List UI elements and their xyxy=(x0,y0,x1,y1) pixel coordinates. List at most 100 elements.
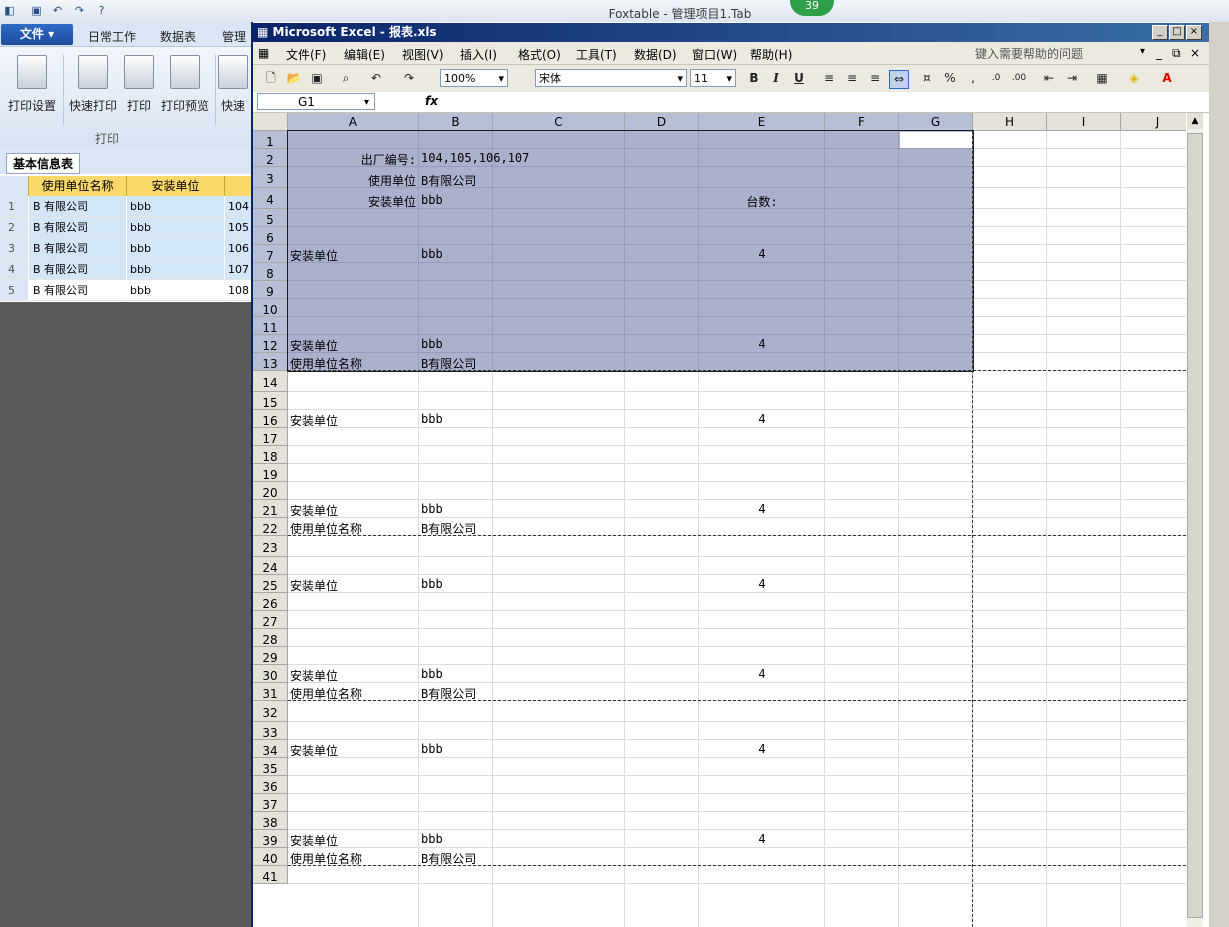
cell-b3[interactable]: B有限公司 xyxy=(421,172,476,189)
save-icon[interactable]: ▣ xyxy=(308,70,326,87)
cell-e16[interactable]: 4 xyxy=(699,412,825,426)
menu-tools[interactable]: 工具(T) xyxy=(576,46,617,63)
column-header[interactable]: C xyxy=(493,113,625,131)
help-dropdown-icon[interactable]: ▾ xyxy=(1140,46,1145,57)
cell-a31[interactable]: 使用单位名称 xyxy=(290,685,362,702)
row-header[interactable]: 26 xyxy=(253,593,288,611)
grid-cell[interactable]: B 有限公司 xyxy=(29,280,126,301)
select-all-corner[interactable] xyxy=(253,113,288,131)
cell-a40[interactable]: 使用单位名称 xyxy=(290,850,362,867)
cell-a30[interactable]: 安装单位 xyxy=(290,667,338,684)
column-header[interactable]: D xyxy=(625,113,699,131)
row-header[interactable]: 21 xyxy=(253,500,288,518)
row-header[interactable]: 20 xyxy=(253,482,288,500)
menu-file[interactable]: 文件(F) xyxy=(286,46,326,63)
help-icon[interactable]: ? xyxy=(94,4,109,18)
cell-a4[interactable]: 安装单位 xyxy=(288,193,416,210)
cell-b21[interactable]: bbb xyxy=(421,502,443,516)
grid-cell[interactable]: bbb xyxy=(127,217,224,238)
grid-cell[interactable]: B 有限公司 xyxy=(29,238,126,259)
cell-e30[interactable]: 4 xyxy=(699,667,825,681)
row-header[interactable]: 9 xyxy=(253,281,288,299)
align-left-icon[interactable]: ≡ xyxy=(820,70,838,87)
redo-icon[interactable]: ↷ xyxy=(72,4,87,18)
italic-icon[interactable]: I xyxy=(767,70,785,87)
column-header[interactable]: I xyxy=(1047,113,1121,131)
grid-cell[interactable]: bbb xyxy=(127,259,224,280)
row-header[interactable]: 15 xyxy=(253,392,288,410)
menu-insert[interactable]: 插入(I) xyxy=(460,46,497,63)
row-header[interactable]: 19 xyxy=(253,464,288,482)
row-header[interactable]: 32 xyxy=(253,701,288,722)
row-header[interactable]: 7 xyxy=(253,245,288,263)
undo-icon[interactable]: ↶ xyxy=(367,70,385,87)
row-header[interactable]: 18 xyxy=(253,446,288,464)
cell-e34[interactable]: 4 xyxy=(699,742,825,756)
column-header[interactable]: B xyxy=(419,113,493,131)
row-header[interactable]: 37 xyxy=(253,794,288,812)
cell-b40[interactable]: B有限公司 xyxy=(421,850,476,867)
save-icon[interactable]: ▣ xyxy=(29,4,44,18)
grid-cell[interactable]: bbb xyxy=(127,196,224,217)
menu-help[interactable]: 帮助(H) xyxy=(750,46,792,63)
row-header[interactable]: 1 xyxy=(253,131,288,149)
align-center-icon[interactable]: ≡ xyxy=(843,70,861,87)
spreadsheet[interactable]: A B C D E F G H I J 1 2 3 4 5 6 7 8 9 10 11 12 13 14 15 16 17 18 19 2… xyxy=(253,113,1186,927)
menu-edit[interactable]: 编辑(E) xyxy=(344,46,385,63)
menu-view[interactable]: 视图(V) xyxy=(402,46,444,63)
cell-b22[interactable]: B有限公司 xyxy=(421,520,476,537)
zoom-select[interactable]: 100% ▾ xyxy=(440,69,508,87)
cell-a13[interactable]: 使用单位名称 xyxy=(290,355,362,372)
row-header[interactable]: 39 xyxy=(253,830,288,848)
row-header[interactable]: 10 xyxy=(253,299,288,317)
cell-b16[interactable]: bbb xyxy=(421,412,443,426)
row-header[interactable]: 2 xyxy=(253,149,288,167)
grid-cell[interactable]: B 有限公司 xyxy=(29,196,126,217)
row-header[interactable]: 35 xyxy=(253,758,288,776)
merge-center-icon[interactable]: ⇔ xyxy=(889,70,909,89)
row-header[interactable]: 36 xyxy=(253,776,288,794)
cell-b25[interactable]: bbb xyxy=(421,577,443,591)
tab-basic-info[interactable]: 基本信息表 xyxy=(6,153,81,174)
workbook-icon[interactable]: ▦ xyxy=(258,46,269,60)
cell-b30[interactable]: bbb xyxy=(421,667,443,681)
column-header[interactable]: J xyxy=(1121,113,1186,131)
grid-header-install-unit[interactable]: 安装单位 xyxy=(127,176,225,196)
bold-icon[interactable]: B xyxy=(745,70,763,87)
row-header[interactable]: 24 xyxy=(253,557,288,575)
cell-a39[interactable]: 安装单位 xyxy=(290,832,338,849)
row-header[interactable]: 16 xyxy=(253,410,288,428)
row-header[interactable]: 38 xyxy=(253,812,288,830)
row-header[interactable]: 28 xyxy=(253,629,288,647)
row-header[interactable]: 12 xyxy=(253,335,288,353)
cell-e21[interactable]: 4 xyxy=(699,502,825,516)
underline-icon[interactable]: U xyxy=(790,70,808,87)
undo-icon[interactable]: ↶ xyxy=(50,4,65,18)
doc-close-icon[interactable]: × xyxy=(1190,46,1200,60)
currency-icon[interactable]: ¤ xyxy=(918,70,936,87)
fill-color-icon[interactable]: ◈ xyxy=(1125,70,1143,87)
font-select[interactable]: 宋体 ▾ xyxy=(535,69,687,87)
row-header[interactable]: 34 xyxy=(253,740,288,758)
grid-row-number[interactable]: 3 xyxy=(0,238,28,259)
file-menu-button[interactable]: 文件 ▾ xyxy=(1,24,73,45)
scroll-thumb[interactable] xyxy=(1187,133,1203,918)
cell-a7[interactable]: 安装单位 xyxy=(290,247,338,264)
cell-b31[interactable]: B有限公司 xyxy=(421,685,476,702)
grid-cell[interactable]: bbb xyxy=(127,280,224,301)
cell-a12[interactable]: 安装单位 xyxy=(290,337,338,354)
menu-data[interactable]: 数据(D) xyxy=(634,46,677,63)
print-settings-button[interactable]: 打印设置 xyxy=(2,55,62,114)
app-icon[interactable]: ◧ xyxy=(2,4,17,18)
cell-b13[interactable]: B有限公司 xyxy=(421,355,476,372)
row-header[interactable]: 33 xyxy=(253,722,288,740)
font-color-icon[interactable]: A xyxy=(1158,70,1176,87)
scroll-up-icon[interactable]: ▲ xyxy=(1187,113,1203,129)
comma-icon[interactable]: , xyxy=(964,70,982,87)
menu-window[interactable]: 窗口(W) xyxy=(692,46,737,63)
grid-cell[interactable]: B 有限公司 xyxy=(29,259,126,280)
cell-b12[interactable]: bbb xyxy=(421,337,443,351)
new-icon[interactable]: 🗋 xyxy=(262,70,280,87)
cell-b2[interactable]: 104,105,106,107 xyxy=(421,151,529,165)
column-header[interactable]: E xyxy=(699,113,825,131)
